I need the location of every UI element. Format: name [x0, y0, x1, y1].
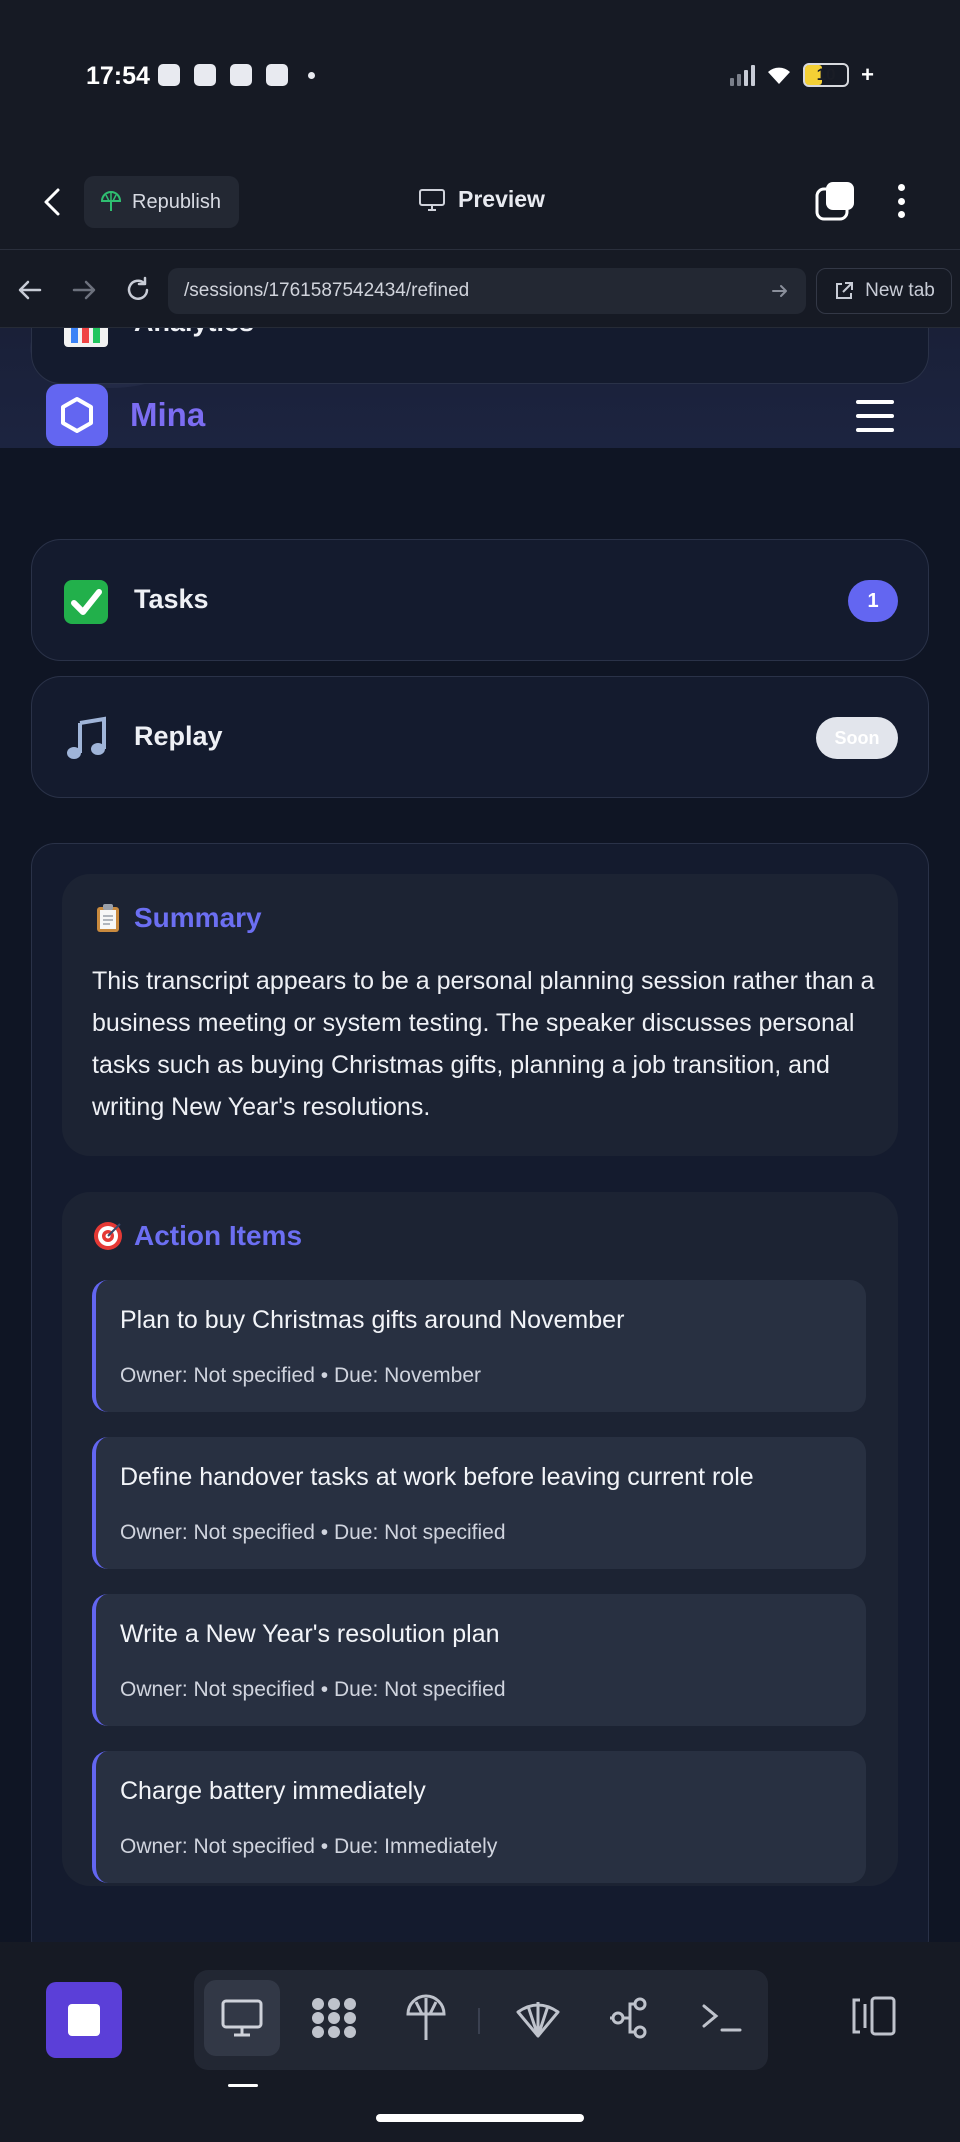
summary-heading: Summary	[92, 902, 262, 934]
action-items-heading: Action Items	[92, 1220, 302, 1252]
wifi-icon	[768, 67, 791, 84]
action-item-meta: Owner: Not specified • Due: November	[120, 1364, 481, 1387]
action-items-title: Action Items	[134, 1220, 303, 1251]
url-text: /sessions/1761587542434/refined	[184, 280, 470, 301]
action-item[interactable]: Plan to buy Christmas gifts around Novem…	[92, 1280, 866, 1412]
back-icon[interactable]	[36, 184, 72, 220]
clipboard-emoji-icon	[97, 904, 119, 932]
target-emoji-icon	[94, 1222, 122, 1250]
signal-icon	[730, 64, 756, 86]
new-tab-button[interactable]: New tab	[816, 268, 952, 314]
browser-forward-icon[interactable]	[70, 276, 98, 304]
home-indicator[interactable]	[376, 2114, 584, 2122]
summary-section: Summary This transcript appears to be a …	[62, 874, 898, 1156]
charging-indicator: +	[861, 62, 874, 87]
action-item[interactable]: Define handover tasks at work before lea…	[92, 1437, 866, 1569]
more-notifications-dot-icon	[308, 71, 315, 79]
tool-divider	[478, 2008, 480, 2034]
snapchat-icon	[158, 64, 180, 86]
tasks-count-badge: 1	[848, 580, 898, 622]
shell-icon[interactable]	[500, 1980, 576, 2056]
external-link-icon	[836, 282, 854, 299]
action-item-title: Plan to buy Christmas gifts around Novem…	[120, 1306, 625, 1334]
umbrella-icon	[100, 191, 122, 211]
stop-icon	[68, 2004, 100, 2036]
preview-tool-monitor-icon[interactable]	[204, 1980, 280, 2056]
preview-label: Preview	[458, 186, 545, 212]
action-item-title: Charge battery immediately	[120, 1777, 426, 1805]
deploy-umbrella-icon[interactable]	[388, 1980, 464, 2056]
apps-grid-icon[interactable]	[296, 1980, 372, 2056]
action-items-section: Action Items Plan to buy Christmas gifts…	[62, 1192, 898, 1886]
page-viewport: Analytics Mina Tasks 1 Replay Soon	[0, 328, 960, 1942]
action-item-meta: Owner: Not specified • Due: Not specifie…	[120, 1678, 506, 1701]
nav-card-analytics[interactable]: Analytics	[31, 328, 929, 384]
status-time: 17:54	[86, 62, 150, 90]
app-header: Republish Preview	[0, 150, 960, 250]
battery-icon: 10	[803, 63, 850, 87]
nav-card-label: Analytics	[134, 328, 254, 338]
preview-title[interactable]: Preview	[418, 186, 545, 213]
hamburger-menu-icon[interactable]	[856, 400, 894, 432]
battery-saver-icon	[266, 64, 288, 86]
reload-icon[interactable]	[124, 276, 152, 304]
go-arrow-icon[interactable]	[770, 281, 790, 301]
summary-title: Summary	[134, 902, 262, 933]
summary-text: This transcript appears to be a personal…	[92, 967, 875, 1121]
action-item-meta: Owner: Not specified • Due: Immediately	[120, 1835, 498, 1858]
terminal-icon[interactable]	[684, 1980, 760, 2056]
action-item[interactable]: Charge battery immediately Owner: Not sp…	[92, 1751, 866, 1883]
status-bar: 17:54 10 +	[0, 0, 960, 150]
soon-badge: Soon	[816, 717, 898, 759]
action-item-title: Write a New Year's resolution plan	[120, 1620, 500, 1648]
stop-button[interactable]	[46, 1982, 122, 2058]
action-item-title: Define handover tasks at work before lea…	[120, 1463, 754, 1491]
nav-card-label: Tasks	[134, 584, 209, 614]
new-tab-label: New tab	[865, 280, 935, 301]
nav-card-label: Replay	[134, 721, 223, 751]
brand-name[interactable]: Mina	[130, 396, 205, 434]
hexagon-icon	[61, 397, 93, 433]
chat-icon	[194, 64, 216, 86]
monitor-icon	[419, 188, 445, 211]
action-item-meta: Owner: Not specified • Due: Not specifie…	[120, 1521, 506, 1544]
active-tool-indicator	[228, 2084, 258, 2087]
more-options-icon[interactable]	[886, 180, 916, 222]
battery-level: 10	[803, 63, 850, 87]
bar-chart-emoji-icon	[64, 328, 108, 347]
tabs-icon[interactable]	[814, 180, 856, 222]
nav-card-replay[interactable]: Replay Soon	[31, 676, 929, 798]
check-mark-emoji-icon	[64, 580, 108, 624]
site-header: Mina	[0, 384, 960, 450]
session-content-panel: Summary This transcript appears to be a …	[31, 843, 929, 1942]
notification-icons	[158, 64, 315, 86]
url-input[interactable]: /sessions/1761587542434/refined	[168, 268, 806, 314]
bottom-toolbar	[0, 1942, 960, 2142]
action-item[interactable]: Write a New Year's resolution plan Owner…	[92, 1594, 866, 1726]
system-icons: 10 +	[730, 62, 874, 88]
music-note-emoji-icon	[67, 716, 106, 759]
browser-back-icon[interactable]	[16, 276, 44, 304]
gallery-icon	[230, 64, 252, 86]
nav-card-tasks[interactable]: Tasks 1	[31, 539, 929, 661]
logo-icon[interactable]	[46, 384, 108, 446]
side-panel-icon[interactable]	[850, 1994, 898, 2038]
git-branch-icon[interactable]	[592, 1980, 668, 2056]
republish-button[interactable]: Republish	[84, 176, 239, 228]
tool-group	[194, 1970, 768, 2070]
republish-label: Republish	[132, 190, 221, 213]
browser-url-row: /sessions/1761587542434/refined New tab	[0, 250, 960, 328]
